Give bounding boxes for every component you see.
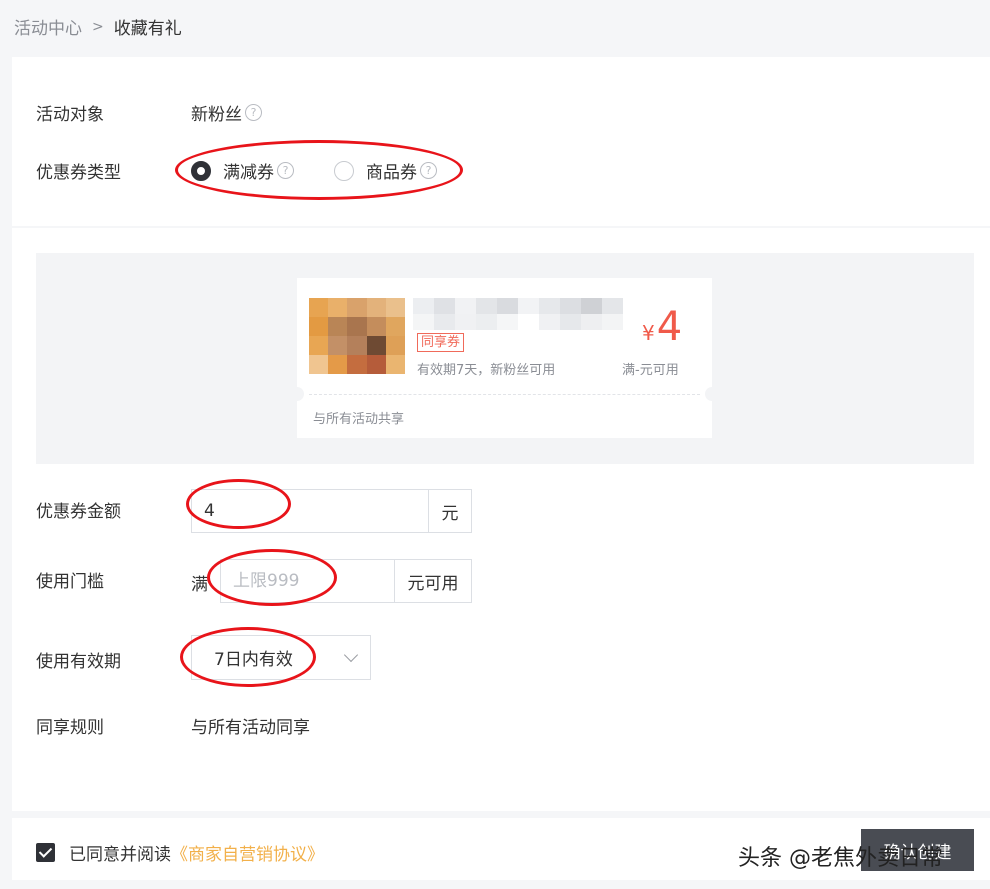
coupon-amount: 4 — [656, 304, 683, 350]
store-image — [309, 298, 405, 374]
chevron-down-icon — [343, 647, 359, 663]
question-icon[interactable]: ? — [277, 162, 294, 179]
radio-checked-icon[interactable] — [191, 160, 211, 181]
amount-input-group: 元 — [191, 489, 472, 533]
question-icon[interactable]: ? — [245, 104, 262, 121]
radio-product-coupon[interactable]: 商品券 ? — [334, 158, 437, 183]
agreement-checkbox[interactable] — [36, 843, 55, 862]
target-value: 新粉丝 — [191, 105, 242, 125]
share-rule-label: 同享规则 — [36, 718, 104, 738]
radio-label: 满减券 — [223, 163, 274, 183]
threshold-input-group: 元可用 — [220, 559, 472, 603]
currency-symbol: ¥ — [642, 321, 655, 345]
store-name-blurred — [413, 298, 623, 330]
coupon-notch — [705, 387, 719, 401]
target-label: 活动对象 — [36, 105, 104, 125]
agreement-text: 已同意并阅读 — [69, 845, 171, 865]
threshold-label: 使用门槛 — [36, 572, 104, 592]
chevron-right-icon: > — [92, 18, 104, 35]
amount-unit: 元 — [428, 490, 471, 532]
breadcrumb-parent-link[interactable]: 活动中心 — [14, 14, 82, 39]
coupon-divider — [309, 394, 700, 395]
amount-label: 优惠券金额 — [36, 502, 121, 522]
agreement-link[interactable]: 《商家自营销协议》 — [171, 840, 324, 865]
coupon-share-note: 与所有活动共享 — [313, 412, 405, 427]
radio-unchecked-icon[interactable] — [334, 160, 354, 181]
activity-settings-card — [12, 57, 990, 226]
question-icon[interactable]: ? — [420, 162, 437, 179]
coupon-type-radio-group: 满减券 ? 商品券 ? — [191, 158, 437, 183]
watermark: 头条 @老焦外卖日常 — [738, 846, 943, 871]
coupon-notch — [290, 387, 304, 401]
amount-input[interactable] — [192, 490, 428, 532]
radio-label: 商品券 — [366, 163, 417, 183]
threshold-unit: 元可用 — [394, 560, 471, 602]
coupon-price: ¥ 4 — [642, 304, 682, 350]
validity-select[interactable]: 7日内有效 — [191, 635, 371, 680]
agreement-row: 已同意并阅读 《商家自营销协议》 — [36, 840, 324, 865]
target-value-row: 新粉丝 ? — [191, 100, 262, 125]
validity-label: 使用有效期 — [36, 652, 121, 672]
threshold-prefix: 满 — [191, 575, 208, 595]
breadcrumb: 活动中心 > 收藏有礼 — [14, 14, 182, 40]
threshold-input[interactable] — [221, 560, 394, 602]
breadcrumb-current: 收藏有礼 — [113, 19, 182, 39]
coupon-type-label: 优惠券类型 — [36, 163, 121, 183]
radio-full-reduction[interactable]: 满减券 ? — [191, 158, 294, 183]
share-rule-value: 与所有活动同享 — [191, 718, 310, 738]
coupon-preview: 同享券 有效期7天，新粉丝可用 ¥ 4 满-元可用 与所有活动共享 — [290, 278, 719, 438]
validity-selected-value: 7日内有效 — [214, 650, 293, 670]
shared-coupon-tag: 同享券 — [417, 333, 465, 352]
coupon-condition: 满-元可用 — [622, 363, 679, 378]
coupon-validity-text: 有效期7天，新粉丝可用 — [417, 363, 556, 378]
